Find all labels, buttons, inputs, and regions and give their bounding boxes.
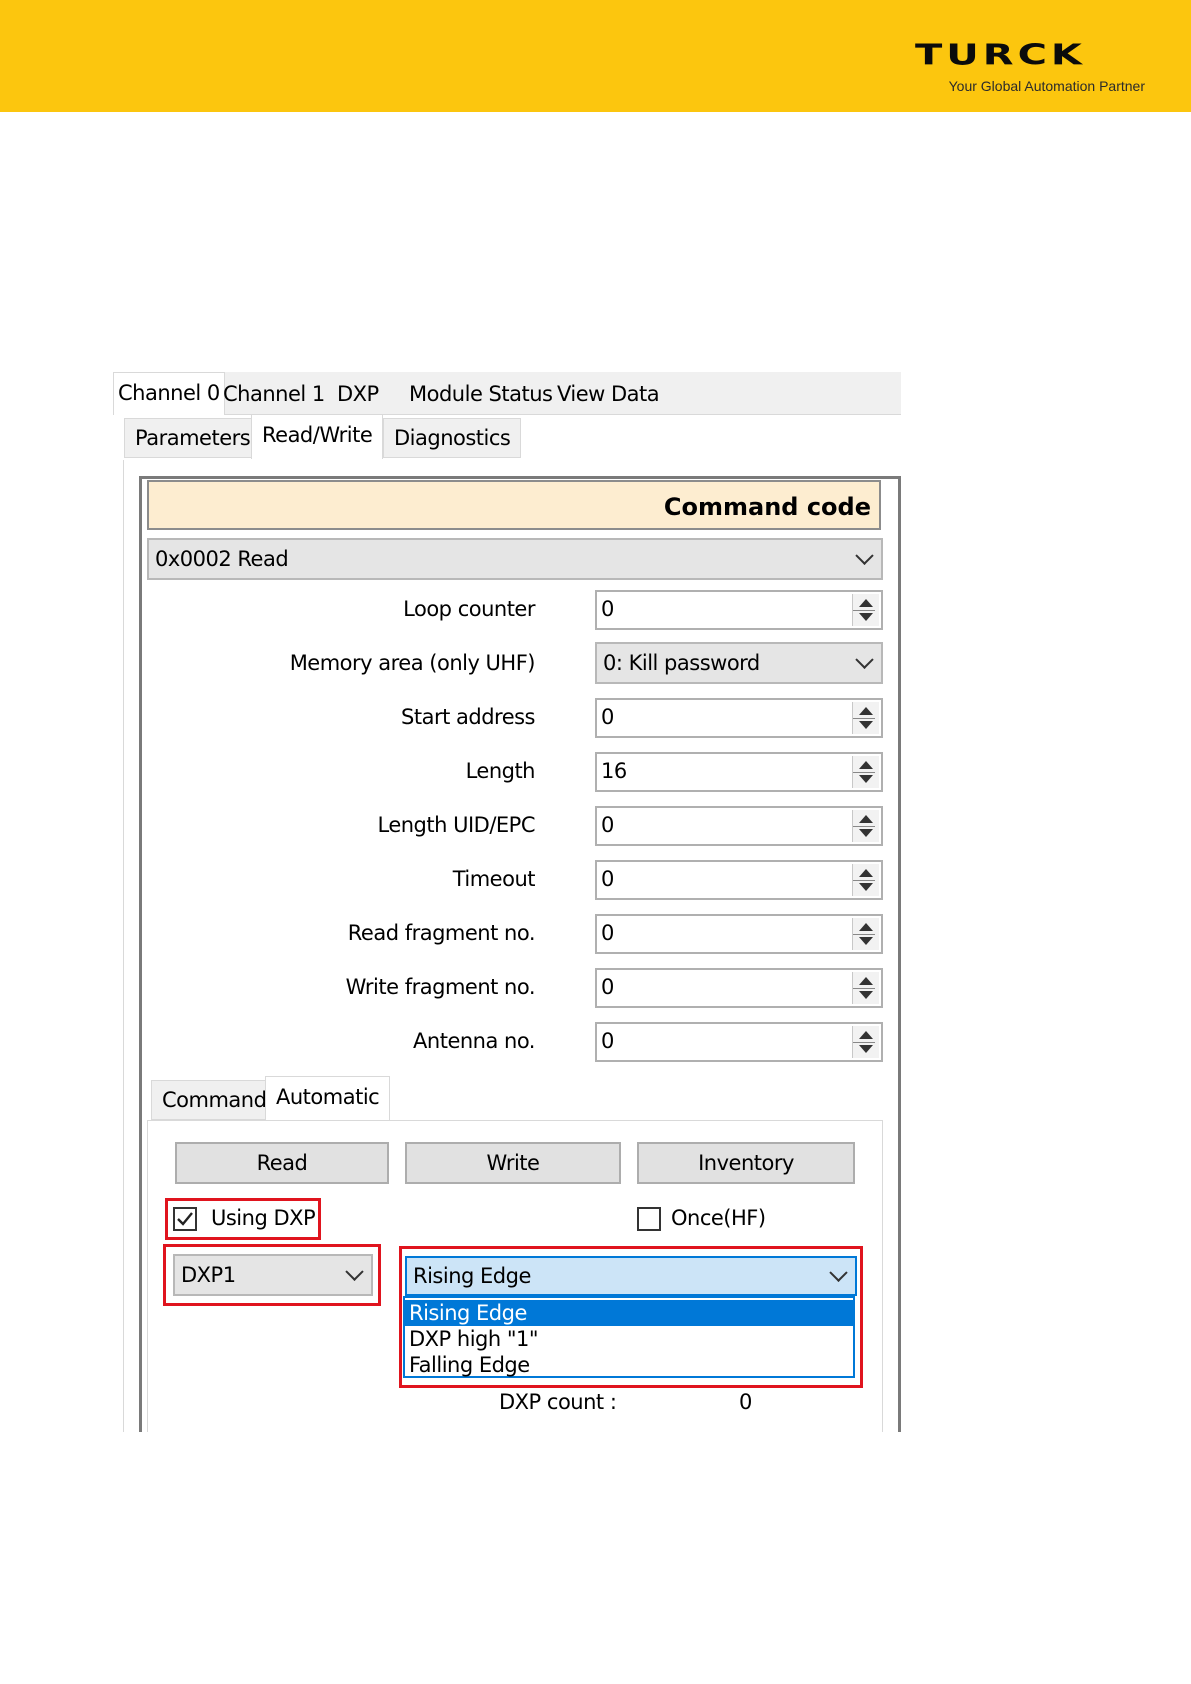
spin-arrows-icon[interactable]	[852, 972, 879, 1004]
logo-wordmark: TURCK	[915, 39, 1086, 72]
chevron-down-icon	[855, 650, 874, 669]
read-fragment-value: 0	[601, 921, 614, 945]
tab-diagnostics[interactable]: Diagnostics	[383, 418, 522, 458]
chevron-down-icon	[345, 1262, 364, 1281]
write-button[interactable]: Write	[405, 1142, 621, 1184]
main-tabstrip: Channel 0 Channel 1 DXP Module Status Vi…	[113, 372, 901, 415]
spin-arrows-icon[interactable]	[852, 1026, 879, 1058]
length-label: Length	[465, 759, 536, 783]
once-hf-checkbox[interactable]	[637, 1207, 661, 1231]
timeout-spinbox[interactable]: 0	[595, 860, 883, 900]
once-hf-label: Once(HF)	[671, 1206, 766, 1230]
checkmark-icon	[177, 1212, 193, 1226]
loop-counter-value: 0	[601, 597, 614, 621]
edge-option-rising[interactable]: Rising Edge	[405, 1300, 853, 1326]
spin-arrows-icon[interactable]	[852, 810, 879, 842]
dxp-count-label: DXP count :	[499, 1390, 617, 1414]
chevron-down-icon	[855, 546, 874, 565]
command-code-value: 0x0002 Read	[155, 547, 289, 571]
start-address-label: Start address	[401, 705, 535, 729]
edge-option-falling[interactable]: Falling Edge	[405, 1352, 853, 1378]
inventory-button[interactable]: Inventory	[637, 1142, 855, 1184]
write-fragment-label: Write fragment no.	[345, 975, 536, 999]
start-address-spinbox[interactable]: 0	[595, 698, 883, 738]
memory-area-label: Memory area (only UHF)	[289, 651, 536, 675]
tab-view-data[interactable]: View Data	[553, 376, 663, 412]
spin-arrows-icon[interactable]	[852, 918, 879, 950]
memory-area-value: 0: Kill password	[603, 651, 760, 675]
antenna-spinbox[interactable]: 0	[595, 1022, 883, 1062]
edge-select[interactable]: Rising Edge	[405, 1256, 857, 1296]
length-uid-spinbox[interactable]: 0	[595, 806, 883, 846]
spin-arrows-icon[interactable]	[852, 864, 879, 896]
tab-dxp[interactable]: DXP	[333, 376, 383, 412]
tab-command[interactable]: Command	[151, 1080, 278, 1120]
chevron-down-icon	[829, 1263, 848, 1282]
tab-automatic[interactable]: Automatic	[265, 1076, 391, 1121]
antenna-label: Antenna no.	[413, 1029, 535, 1053]
logo-tagline: Your Global Automation Partner	[948, 78, 1145, 94]
length-value: 16	[601, 759, 627, 783]
edge-option-dxp-high[interactable]: DXP high "1"	[405, 1326, 853, 1352]
length-spinbox[interactable]: 16	[595, 752, 883, 792]
antenna-value: 0	[601, 1029, 614, 1053]
tab-module-status[interactable]: Module Status	[405, 376, 556, 412]
read-fragment-spinbox[interactable]: 0	[595, 914, 883, 954]
edge-select-value: Rising Edge	[413, 1264, 531, 1288]
spin-arrows-icon[interactable]	[852, 702, 879, 734]
spin-arrows-icon[interactable]	[852, 594, 879, 626]
spin-arrows-icon[interactable]	[852, 756, 879, 788]
timeout-value: 0	[601, 867, 614, 891]
tab-channel-1[interactable]: Channel 1	[219, 376, 329, 412]
length-uid-value: 0	[601, 813, 614, 837]
start-address-value: 0	[601, 705, 614, 729]
command-code-header: Command code	[147, 480, 881, 530]
timeout-label: Timeout	[452, 867, 536, 891]
read-button[interactable]: Read	[175, 1142, 389, 1184]
dxp-select-value: DXP1	[181, 1263, 236, 1287]
tab-channel-0[interactable]: Channel 0	[113, 372, 225, 415]
using-dxp-label: Using DXP	[211, 1206, 316, 1230]
screenshot-window: Channel 0 Channel 1 DXP Module Status Vi…	[113, 372, 901, 1432]
loop-counter-spinbox[interactable]: 0	[595, 590, 883, 630]
tab-read-write[interactable]: Read/Write	[251, 414, 384, 459]
command-code-select[interactable]: 0x0002 Read	[147, 538, 883, 580]
read-fragment-label: Read fragment no.	[347, 921, 536, 945]
sub-tabstrip: Parameters Read/Write Diagnostics	[113, 414, 901, 460]
using-dxp-checkbox[interactable]	[173, 1207, 197, 1231]
edge-dropdown-list: Rising Edge DXP high "1" Falling Edge	[403, 1296, 855, 1378]
dxp-select[interactable]: DXP1	[173, 1254, 373, 1296]
tab-parameters[interactable]: Parameters	[124, 418, 262, 458]
length-uid-label: Length UID/EPC	[377, 813, 535, 837]
loop-counter-label: Loop counter	[403, 597, 535, 621]
write-fragment-spinbox[interactable]: 0	[595, 968, 883, 1008]
header-banner: TURCK Your Global Automation Partner	[0, 0, 1191, 112]
dxp-count-value: 0	[739, 1390, 752, 1414]
write-fragment-value: 0	[601, 975, 614, 999]
turck-logo: TURCK Your Global Automation Partner	[915, 40, 1145, 100]
memory-area-select[interactable]: 0: Kill password	[595, 642, 883, 684]
